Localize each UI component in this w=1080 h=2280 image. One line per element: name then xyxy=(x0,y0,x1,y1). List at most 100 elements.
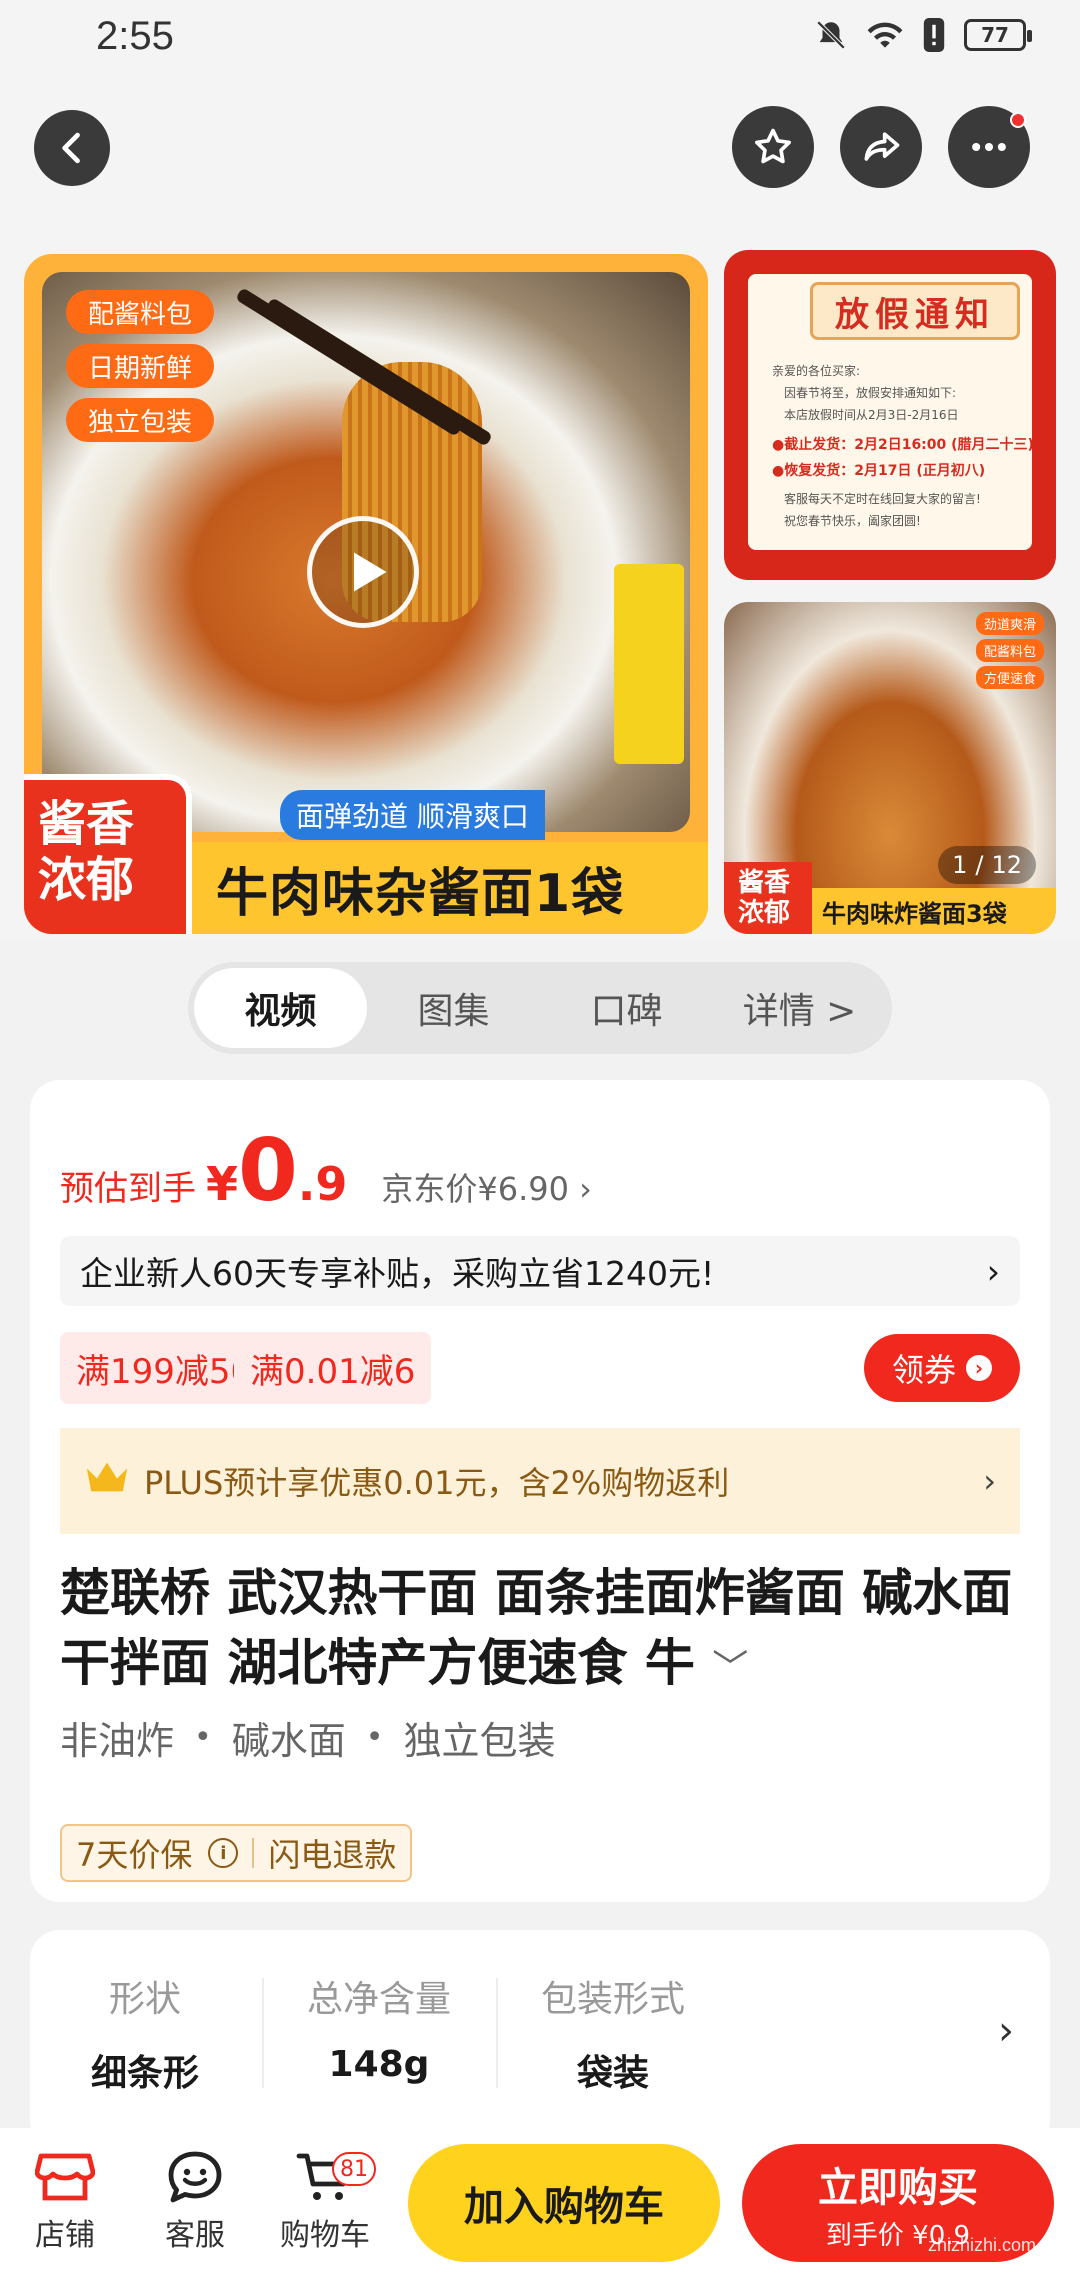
price-row: 预估到手 ¥ 0 .9 京东价¥6.90 › xyxy=(60,1128,592,1214)
notification-dot xyxy=(1010,112,1026,128)
spec-card[interactable]: 形状 细条形 总净含量 148g 包装形式 袋装 › xyxy=(30,1930,1050,2150)
holiday-notice-thumbnail[interactable]: 放假通知 亲爱的各位买家: 因春节将至，放假安排通知如下: 本店放假时间从2月3… xyxy=(724,250,1056,580)
expand-chevron-icon[interactable]: ﹀ xyxy=(712,1648,748,1689)
customer-service-button[interactable]: 客服 xyxy=(140,2148,250,2254)
price-currency: ¥ xyxy=(206,1157,239,1211)
page-indicator: 1 / 12 xyxy=(938,846,1036,884)
attribute-item: 独立包装 xyxy=(403,1719,556,1763)
share-arrow-icon xyxy=(864,132,900,161)
mute-bell-icon xyxy=(816,20,846,50)
main-product-video[interactable]: 配酱料包 日期新鲜 独立包装 面弹劲道 顺滑爽口 酱香 浓郁 牛肉味杂酱面1袋 xyxy=(24,254,708,934)
tab-gallery[interactable]: 图集 xyxy=(367,968,540,1048)
tab-video[interactable]: 视频 xyxy=(194,968,367,1048)
coupon-row: 满199减50 满0.01减6 领券 › xyxy=(60,1332,1020,1404)
product-package xyxy=(614,564,684,764)
add-to-cart-button[interactable]: 加入购物车 xyxy=(408,2144,720,2262)
price-decimal: .9 xyxy=(297,1157,348,1211)
notice-line: 祝您春节快乐，阖家团圆! xyxy=(784,514,921,528)
price-protection-label: 7天价保 xyxy=(76,1836,193,1874)
aroma-badge-line: 酱香 xyxy=(38,796,135,852)
cart-button[interactable]: 购物车 81 xyxy=(270,2148,380,2254)
more-button[interactable] xyxy=(948,106,1030,188)
product-thumbnail[interactable]: 劲道爽滑 配酱料包 方便速食 1 / 12 酱香 浓郁 牛肉味炸酱面3袋 xyxy=(724,602,1056,934)
notice-line: 客服每天不定时在线回复大家的留言! xyxy=(784,492,981,506)
page-total: 12 xyxy=(991,851,1022,879)
claim-coupon-button[interactable]: 领券 › xyxy=(864,1334,1020,1402)
aroma-badge-line: 浓郁 xyxy=(738,898,791,928)
tab-details[interactable]: 详情 > xyxy=(713,968,886,1048)
plus-member-banner[interactable]: PLUS预计享优惠0.01元，含2%购物返利 › xyxy=(60,1428,1020,1534)
media-tabs: 视频 图集 口碑 详情 > xyxy=(188,962,892,1054)
spec-label: 总净含量 xyxy=(306,1979,451,2020)
notice-title: 放假通知 xyxy=(810,282,1020,340)
buy-now-button[interactable]: 立即购买 到手价 ¥0.9 zhizhizhi.com xyxy=(742,2144,1054,2262)
spec-value: 细条形 xyxy=(90,2053,199,2094)
product-title[interactable]: 楚联桥 武汉热干面 面条挂面炸酱面 碱水面干拌面 湖北特产方便速食 牛 ﹀ xyxy=(60,1558,1040,1704)
price-integer: 0 xyxy=(238,1121,298,1221)
jd-price-link[interactable]: 京东价¥6.90 › xyxy=(381,1164,592,1210)
top-nav xyxy=(0,80,1080,250)
play-video-button[interactable] xyxy=(307,516,419,628)
feature-tag: 日期新鲜 xyxy=(66,344,215,388)
feature-tag: 独立包装 xyxy=(66,398,215,442)
notice-line: 因春节将至，放假安排通知如下: xyxy=(784,386,957,400)
product-title-text: 楚联桥 武汉热干面 面条挂面炸酱面 碱水面干拌面 湖北特产方便速食 牛 xyxy=(60,1564,1013,1692)
status-bar: 2:55 77 xyxy=(0,0,1080,80)
subsidy-text: 企业新人60天专享补贴，采购立省1240元! xyxy=(80,1254,715,1293)
store-label: 店铺 xyxy=(35,2218,95,2253)
spec-packaging: 包装形式 袋装 xyxy=(498,1970,728,2096)
attribute-item: 非油炸 xyxy=(60,1719,175,1763)
spec-value: 148g xyxy=(328,2044,430,2085)
tab-reviews[interactable]: 口碑 xyxy=(540,968,713,1048)
side-tags: 劲道爽滑 配酱料包 方便速食 xyxy=(975,612,1044,689)
chevron-right-icon: › xyxy=(986,1251,1000,1291)
arrow-circle-icon: › xyxy=(966,1355,992,1381)
aroma-badge-line: 酱香 xyxy=(738,868,791,898)
notice-paper: 放假通知 亲爱的各位买家: 因春节将至，放假安排通知如下: 本店放假时间从2月3… xyxy=(748,274,1034,550)
notice-line: ●恢复发货：2月17日 (正月初八) xyxy=(772,463,986,479)
wifi-icon xyxy=(867,22,903,48)
divider xyxy=(252,1838,255,1868)
side-aroma-badge: 酱香 浓郁 xyxy=(724,862,812,934)
side-tag: 配酱料包 xyxy=(975,639,1044,662)
watermark: zhizhizhi.com xyxy=(927,2235,1036,2255)
side-caption: 牛肉味炸酱面3袋 xyxy=(812,888,1056,934)
back-button[interactable] xyxy=(34,110,110,186)
side-tag: 劲道爽滑 xyxy=(975,612,1044,635)
buy-now-label: 立即购买 xyxy=(818,2164,978,2211)
coupon-tag[interactable]: 满0.01减6 xyxy=(234,1332,432,1404)
chevron-right-icon: › xyxy=(983,1462,996,1500)
plus-text: PLUS预计享优惠0.01元，含2%购物返利 xyxy=(144,1464,730,1502)
share-button[interactable] xyxy=(840,106,922,188)
back-arrow-icon xyxy=(62,132,80,164)
crown-icon xyxy=(84,1459,130,1503)
product-info-card: 预估到手 ¥ 0 .9 京东价¥6.90 › 企业新人60天专享补贴，采购立省1… xyxy=(30,1080,1050,1902)
aroma-badge: 酱香 浓郁 xyxy=(24,774,192,934)
separator-dot: • xyxy=(194,1720,212,1755)
feature-banner: 面弹劲道 顺滑爽口 xyxy=(280,790,545,840)
status-time: 2:55 xyxy=(96,14,174,58)
plus-content: PLUS预计享优惠0.01元，含2%购物返利 xyxy=(84,1458,729,1504)
attribute-item: 碱水面 xyxy=(231,1719,346,1763)
store-icon xyxy=(35,2153,95,2201)
play-icon xyxy=(354,552,387,592)
cart-count-badge: 81 xyxy=(332,2152,376,2186)
bottom-action-bar: 店铺 客服 购物车 81 加入购物车 立即购买 到手价 ¥0.9 zhizhiz… xyxy=(0,2128,1080,2280)
notice-line: 本店放假时间从2月3日-2月16日 xyxy=(784,408,959,422)
subsidy-banner[interactable]: 企业新人60天专享补贴，采购立省1240元! › xyxy=(60,1236,1020,1306)
aroma-badge-line: 浓郁 xyxy=(38,852,135,908)
fast-refund-label: 闪电退款 xyxy=(268,1836,397,1874)
star-icon xyxy=(755,128,791,164)
more-dots-icon xyxy=(972,142,1006,152)
status-icons: 77 xyxy=(814,18,1032,52)
product-attributes: 非油炸 • 碱水面 • 独立包装 xyxy=(60,1710,555,1765)
service-guarantee[interactable]: 7天价保 i 闪电退款 xyxy=(60,1824,413,1882)
image-gallery: 配酱料包 日期新鲜 独立包装 面弹劲道 顺滑爽口 酱香 浓郁 牛肉味杂酱面1袋 … xyxy=(0,250,1080,940)
page-current: 1 xyxy=(952,851,968,879)
info-icon[interactable]: i xyxy=(208,1838,239,1868)
cart-label: 购物车 xyxy=(280,2218,370,2253)
page-separator: / xyxy=(975,851,984,879)
chevron-right-icon[interactable]: › xyxy=(998,2008,1014,2054)
favorite-button[interactable] xyxy=(732,106,814,188)
store-button[interactable]: 店铺 xyxy=(10,2148,120,2254)
